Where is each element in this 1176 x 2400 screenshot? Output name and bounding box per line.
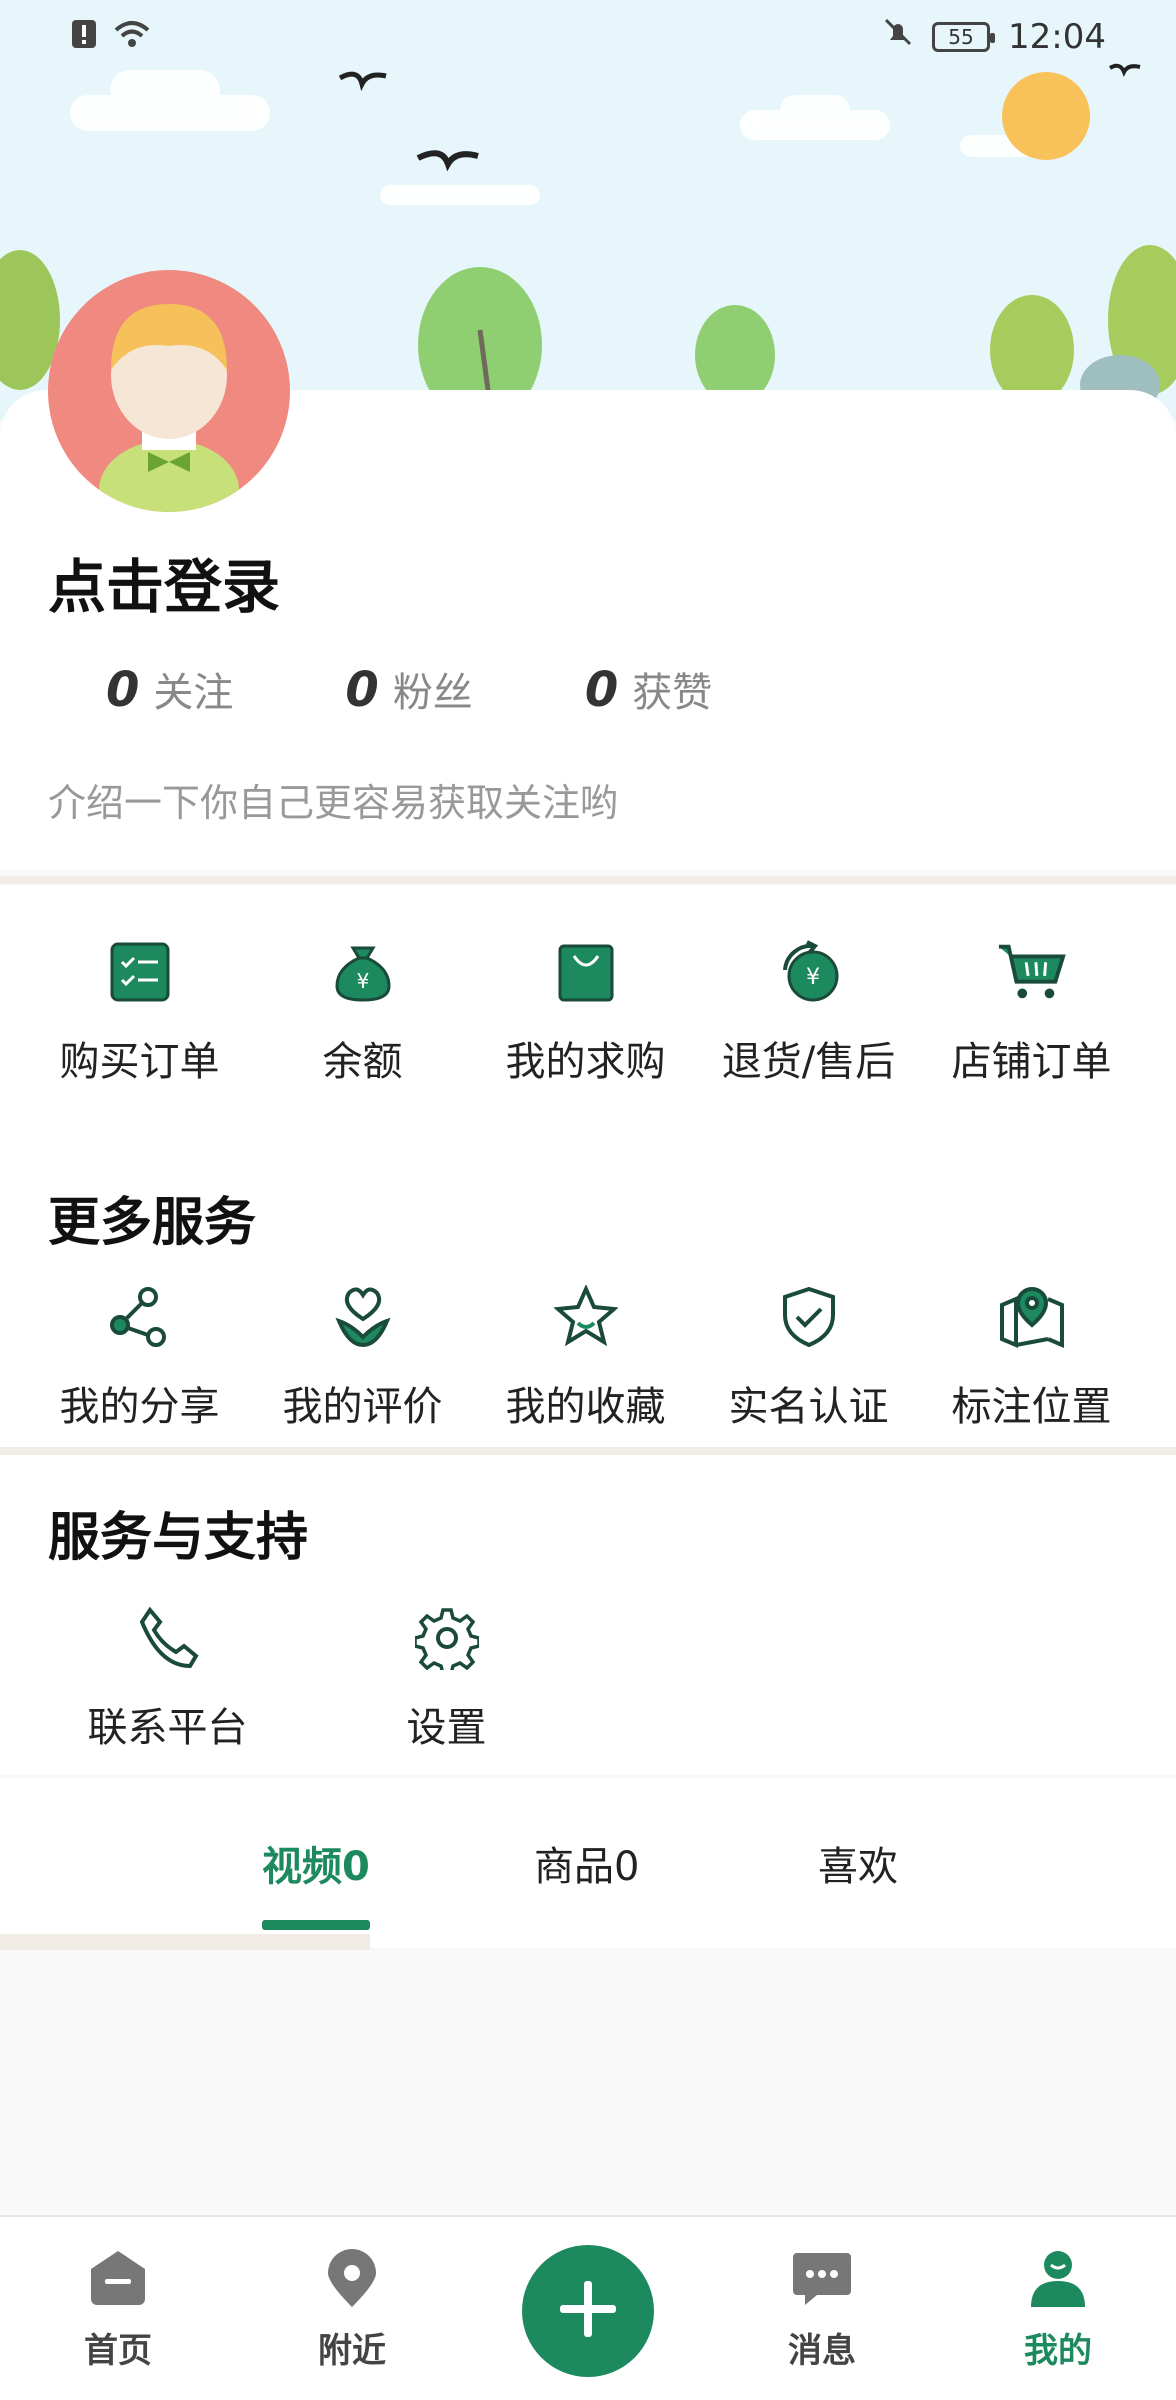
support-item-label: 联系平台	[87, 1705, 248, 1751]
nav-label: 附近	[318, 2331, 386, 2371]
active-tab-indicator	[262, 1920, 370, 1930]
profile-stats: 0 关注 0 粉丝 0 获赞	[106, 660, 824, 718]
nav-nearby[interactable]: 附近	[282, 2247, 422, 2372]
order-item-wanted[interactable]: 我的求购	[474, 937, 697, 1087]
refund-icon: ¥	[774, 937, 844, 1007]
stat-count: 0	[345, 662, 379, 718]
orders-section: 购买订单 ¥ 余额 我的求购 ¥ 退货/售后 店铺订单	[0, 885, 1176, 1140]
support-section: 服务与支持 联系平台 设置	[0, 1455, 1176, 1775]
order-item-label: 店铺订单	[951, 1039, 1112, 1085]
heart-review-icon	[328, 1282, 398, 1352]
service-item-share[interactable]: 我的分享	[28, 1282, 251, 1432]
divider	[0, 876, 1176, 884]
login-button[interactable]: 点击登录	[48, 540, 280, 624]
alert-icon	[70, 18, 98, 54]
service-item-label: 标注位置	[951, 1384, 1112, 1430]
share-icon	[105, 1282, 175, 1352]
content-tabs: 视频0 商品0 喜欢	[0, 1778, 1176, 1948]
avatar[interactable]	[48, 270, 290, 512]
order-item-store[interactable]: 店铺订单	[920, 937, 1143, 1087]
service-item-verify[interactable]: 实名认证	[697, 1282, 920, 1432]
support-item-label: 设置	[406, 1705, 487, 1751]
service-item-label: 我的分享	[59, 1384, 220, 1430]
service-item-label: 实名认证	[728, 1384, 889, 1430]
support-item-settings[interactable]: 设置	[335, 1603, 558, 1753]
gear-icon	[412, 1603, 482, 1673]
battery-indicator: 55	[932, 21, 996, 52]
svg-text:¥: ¥	[806, 965, 820, 990]
nav-label: 消息	[788, 2331, 856, 2371]
svg-text:¥: ¥	[356, 969, 369, 993]
profile-intro[interactable]: 介绍一下你自己更容易获取关注哟	[48, 772, 618, 827]
status-time: 12:04	[1008, 16, 1106, 57]
cart-icon	[997, 937, 1067, 1007]
mute-bell-icon	[882, 16, 914, 57]
bottom-navigation: 首页 附近 消息 我的	[0, 2215, 1176, 2400]
checklist-icon	[105, 937, 175, 1007]
nav-profile[interactable]: 我的	[988, 2247, 1128, 2372]
status-bar: 55 12:04	[0, 0, 1176, 72]
publish-button[interactable]	[522, 2245, 654, 2377]
shopping-bag-icon	[551, 937, 621, 1007]
stat-label: 关注	[153, 670, 234, 716]
service-item-location[interactable]: 标注位置	[920, 1282, 1143, 1432]
order-item-refund[interactable]: ¥ 退货/售后	[697, 937, 920, 1087]
user-icon	[1027, 2247, 1089, 2313]
stat-label: 获赞	[632, 670, 713, 716]
order-item-label: 购买订单	[59, 1039, 220, 1085]
tab-content-area	[0, 1950, 1176, 2215]
divider	[0, 1447, 1176, 1455]
message-icon	[791, 2247, 853, 2313]
order-item-label: 我的求购	[505, 1039, 666, 1085]
wifi-icon	[112, 18, 152, 54]
order-item-purchase[interactable]: 购买订单	[28, 937, 251, 1087]
more-services-section: 更多服务 我的分享 我的评价 我的收藏 实名认证 标注位置	[0, 1140, 1176, 1450]
service-item-label: 我的收藏	[505, 1384, 666, 1430]
stat-count: 0	[584, 662, 619, 718]
order-item-label: 退货/售后	[721, 1039, 896, 1085]
location-icon	[321, 2247, 383, 2313]
nav-messages[interactable]: 消息	[752, 2247, 892, 2372]
order-item-balance[interactable]: ¥ 余额	[251, 937, 474, 1087]
map-pin-icon	[997, 1282, 1067, 1352]
service-item-review[interactable]: 我的评价	[251, 1282, 474, 1432]
support-item-contact[interactable]: 联系平台	[56, 1603, 279, 1753]
home-icon	[87, 2247, 149, 2313]
stat-label: 粉丝	[392, 670, 473, 716]
plus-icon	[556, 2277, 620, 2345]
star-icon	[551, 1282, 621, 1352]
phone-icon	[133, 1603, 203, 1673]
nav-home[interactable]: 首页	[48, 2247, 188, 2372]
stat-likes[interactable]: 0 获赞	[585, 660, 712, 718]
nav-label: 我的	[1024, 2331, 1092, 2371]
stat-count: 0	[106, 662, 140, 718]
tab-videos[interactable]: 视频0	[262, 1834, 370, 1892]
service-item-label: 我的评价	[282, 1384, 443, 1430]
tab-likes[interactable]: 喜欢	[818, 1834, 898, 1892]
stat-following[interactable]: 0 关注	[106, 660, 233, 718]
stat-followers[interactable]: 0 粉丝	[345, 660, 472, 718]
section-title: 服务与支持	[48, 1508, 309, 1568]
nav-label: 首页	[84, 2331, 152, 2371]
order-item-label: 余额	[322, 1039, 403, 1085]
tab-products[interactable]: 商品0	[534, 1834, 639, 1892]
service-item-favorites[interactable]: 我的收藏	[474, 1282, 697, 1432]
divider	[0, 1934, 370, 1950]
money-bag-icon: ¥	[328, 937, 398, 1007]
section-title: 更多服务	[48, 1193, 257, 1253]
shield-check-icon	[774, 1282, 844, 1352]
